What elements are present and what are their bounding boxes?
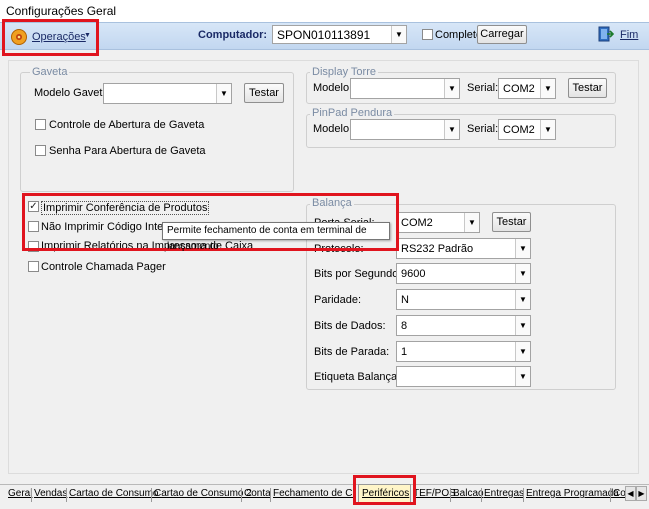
balanca-stop-bits-select[interactable]: 1 ▼	[396, 341, 531, 362]
gaveta-opening-control-checkbox[interactable]	[35, 119, 46, 130]
chevron-down-icon: ▼	[515, 239, 530, 258]
gaveta-test-button[interactable]: Testar	[244, 83, 284, 103]
tab-divider	[270, 488, 271, 502]
balanca-serial-port-select[interactable]: COM2 ▼	[396, 212, 480, 233]
chevron-down-icon: ▼	[540, 79, 555, 98]
chevron-down-icon: ▼	[515, 367, 530, 386]
tab-scroll-arrows: ◀ ▶	[625, 486, 647, 501]
active-tab-highlight	[353, 475, 416, 505]
tab-co[interactable]: Co	[613, 488, 626, 504]
tab-geral[interactable]: Geral	[8, 488, 32, 504]
chevron-down-icon: ▼	[540, 120, 555, 139]
gaveta-model-select[interactable]: ▼	[103, 83, 232, 104]
computer-label: Computador:	[198, 29, 268, 41]
display-torre-test-label: Testar	[572, 82, 603, 94]
chevron-down-icon: ▼	[515, 290, 530, 309]
display-torre-test-button[interactable]: Testar	[568, 78, 607, 98]
operations-label: Operações	[32, 31, 86, 43]
chevron-down-icon: ▼	[515, 316, 530, 335]
gaveta-test-label: Testar	[249, 87, 279, 99]
balanca-label-select[interactable]: ▼	[396, 366, 531, 387]
pinpad-model-label: Modelo:	[313, 123, 353, 135]
tab-divider	[523, 488, 524, 502]
balanca-parity-label: Paridade:	[314, 294, 362, 306]
chevron-down-icon: ▼	[464, 213, 479, 232]
balanca-parity-value: N	[401, 294, 409, 306]
chevron-down-icon: ▼	[444, 79, 459, 98]
pager-control-checkbox[interactable]	[28, 261, 39, 272]
pinpad-title: PinPad Pendura	[310, 107, 395, 119]
gaveta-model-label: Modelo Gaveta:	[34, 87, 112, 99]
balanca-stop-bits-label: Bits de Parada:	[314, 346, 390, 358]
complete-label: Completo	[435, 29, 483, 41]
tab-strip: Geral Vendas Cartao de Consumo Cartao de…	[0, 484, 649, 504]
tab-entrega-programada[interactable]: Entrega Programada	[526, 488, 619, 504]
gaveta-title: Gaveta	[30, 66, 70, 78]
tab-divider	[66, 488, 67, 502]
tab-fechamento-de-caixa[interactable]: Fechamento de Caixa	[273, 488, 353, 504]
pinpad-serial-label: Serial:	[467, 123, 499, 135]
balanca-label-label: Etiqueta Balança:	[314, 371, 401, 383]
tab-divider	[610, 488, 611, 502]
tab-scroll-right-icon[interactable]: ▶	[636, 486, 647, 501]
display-torre-model-select[interactable]: ▼	[350, 78, 460, 99]
balanca-data-bits-select[interactable]: 8 ▼	[396, 315, 531, 336]
complete-checkbox[interactable]	[422, 29, 433, 40]
balanca-test-button[interactable]: Testar	[492, 212, 531, 232]
load-button-label: Carregar	[480, 28, 524, 40]
exit-door-icon	[598, 26, 614, 42]
tab-divider	[481, 488, 482, 502]
tab-cartao-de-consumo[interactable]: Cartao de Consumo	[69, 488, 159, 504]
chevron-down-icon: ▼	[515, 264, 530, 283]
chevron-down-icon: ▼	[84, 32, 91, 39]
exit-label: Fim	[620, 29, 639, 41]
balanca-bps-select[interactable]: 9600 ▼	[396, 263, 531, 284]
tab-divider	[450, 488, 451, 502]
tab-entregas[interactable]: Entregas	[484, 488, 524, 504]
display-torre-serial-label: Serial:	[467, 82, 499, 94]
pinpad-serial-select[interactable]: COM2 ▼	[498, 119, 556, 140]
tab-balcao[interactable]: Balcao	[453, 488, 484, 504]
balanca-parity-select[interactable]: N ▼	[396, 289, 531, 310]
load-button[interactable]: Carregar	[477, 25, 527, 44]
balanca-serial-port-value: COM2	[401, 217, 433, 229]
balanca-bps-label: Bits por Segundo:	[314, 268, 402, 280]
display-torre-serial-select[interactable]: COM2 ▼	[498, 78, 556, 99]
tab-divider	[241, 488, 242, 502]
gaveta-password-label: Senha Para Abertura de Gaveta	[49, 145, 206, 157]
display-torre-title: Display Torre	[310, 66, 378, 78]
balanca-data-bits-value: 8	[401, 320, 408, 332]
tab-vendas[interactable]: Vendas	[34, 488, 67, 504]
computer-value: SPON010113891	[277, 28, 371, 42]
tooltip: Permite fechamento de conta em terminal …	[162, 222, 390, 252]
tab-divider	[151, 488, 152, 502]
chevron-down-icon: ▼	[444, 120, 459, 139]
computer-select[interactable]: SPON010113891 ▼	[272, 25, 407, 44]
tab-divider	[31, 488, 32, 502]
display-torre-serial-value: COM2	[503, 83, 535, 95]
gaveta-password-checkbox[interactable]	[35, 145, 46, 156]
chevron-down-icon: ▼	[391, 26, 406, 43]
pager-control-label: Controle Chamada Pager	[41, 261, 166, 273]
chevron-down-icon: ▼	[216, 84, 231, 103]
balanca-bps-value: 9600	[401, 268, 426, 280]
tab-cartao-de-consumo-2[interactable]: Cartao de Consumo 2	[154, 488, 252, 504]
gaveta-opening-control-label: Controle de Abertura de Gaveta	[49, 119, 205, 131]
operations-menu-button[interactable]: Operações ▼	[10, 28, 95, 46]
balanca-protocol-select[interactable]: RS232 Padrão ▼	[396, 238, 531, 259]
tab-scroll-left-icon[interactable]: ◀	[625, 486, 636, 501]
chevron-down-icon: ▼	[515, 342, 530, 361]
tab-conta[interactable]: Conta	[244, 488, 271, 504]
balanca-test-label: Testar	[496, 216, 527, 228]
window-title: Configurações Geral	[6, 4, 117, 18]
display-torre-model-label: Modelo:	[313, 82, 353, 94]
exit-button[interactable]: Fim	[598, 26, 640, 44]
balanca-protocol-value: RS232 Padrão	[401, 243, 474, 255]
operations-gear-icon	[11, 29, 27, 45]
balanca-stop-bits-value: 1	[401, 346, 408, 358]
balanca-data-bits-label: Bits de Dados:	[314, 320, 386, 332]
pinpad-serial-value: COM2	[503, 124, 535, 136]
pinpad-model-select[interactable]: ▼	[350, 119, 460, 140]
